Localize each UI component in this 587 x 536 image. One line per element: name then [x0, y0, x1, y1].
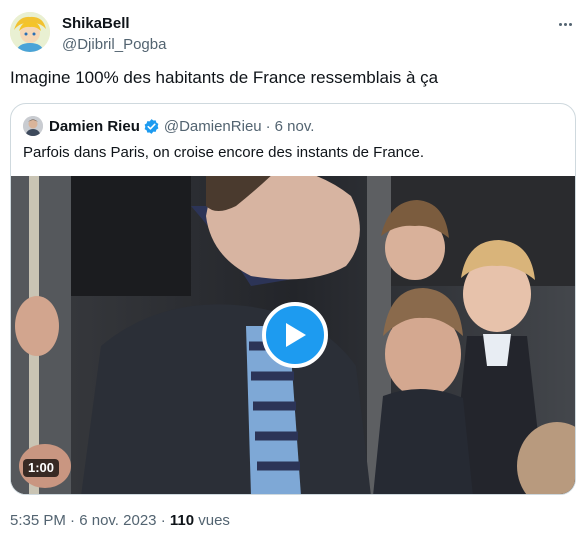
post-time[interactable]: 5:35 PM — [10, 512, 66, 529]
quoted-header: Damien Rieu @DamienRieu · 6 nov. — [23, 116, 314, 136]
author-handle[interactable]: @Djibril_Pogba — [62, 35, 166, 55]
meta-separator-2: · — [160, 512, 166, 529]
tweet-meta: 5:35 PM · 6 nov. 2023 · 110 vues — [10, 511, 230, 531]
video-player[interactable]: 1:00 — [11, 176, 575, 494]
quoted-avatar[interactable] — [23, 116, 43, 136]
video-duration: 1:00 — [23, 459, 60, 477]
tweet: ShikaBell @Djibril_Pogba Imagine 100% de… — [0, 0, 587, 536]
quoted-tweet[interactable]: Damien Rieu @DamienRieu · 6 nov. Parfois… — [10, 103, 576, 495]
meta-separator: · — [70, 512, 76, 529]
views-count: 110 — [169, 512, 195, 529]
quoted-text: Parfois dans Paris, on croise encore des… — [23, 144, 425, 161]
avatar-image — [10, 12, 50, 52]
quoted-avatar-image — [23, 116, 43, 136]
quoted-author-name[interactable]: Damien Rieu — [49, 118, 140, 135]
quoted-separator: · — [265, 117, 271, 135]
tweet-text: Imagine 100% des habitants de France res… — [10, 68, 439, 87]
views-label: vues — [198, 512, 230, 529]
author-info: ShikaBell @Djibril_Pogba — [62, 14, 166, 55]
post-date[interactable]: 6 nov. 2023 — [79, 512, 156, 529]
quoted-author-handle[interactable]: @DamienRieu — [164, 118, 262, 135]
quoted-date[interactable]: 6 nov. — [275, 118, 315, 135]
play-button[interactable] — [262, 302, 328, 368]
play-icon — [286, 323, 306, 347]
verified-badge-icon — [144, 118, 159, 134]
author-avatar[interactable] — [10, 12, 50, 52]
more-options-icon[interactable] — [555, 14, 575, 34]
author-name[interactable]: ShikaBell — [62, 14, 166, 33]
